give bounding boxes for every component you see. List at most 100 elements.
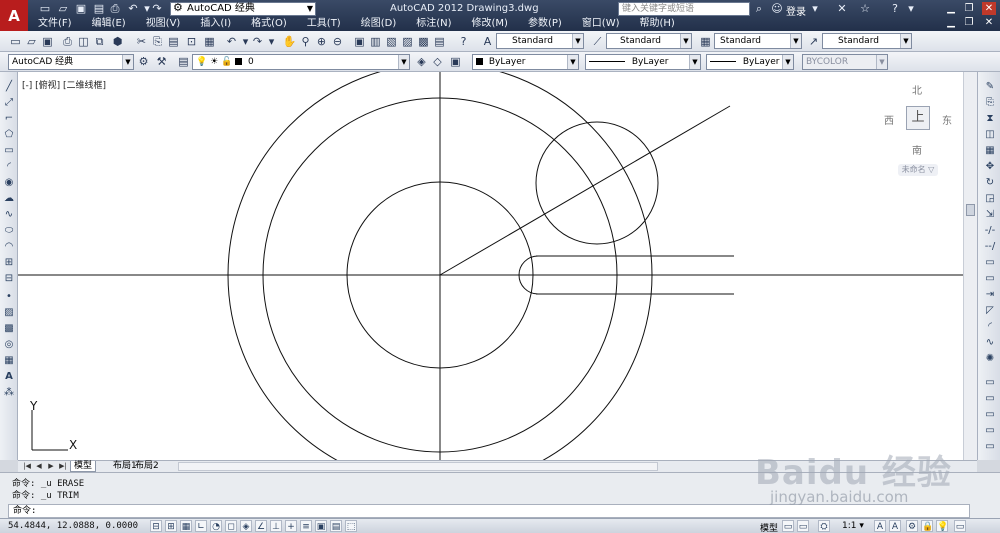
dropdown-arrow-icon[interactable]: ▾ — [264, 34, 279, 49]
new-icon[interactable]: ▭ — [38, 3, 52, 15]
menu-view[interactable]: 视图(V) — [136, 17, 191, 31]
copy-icon[interactable]: ⎘ — [150, 34, 165, 49]
workspace-settings-icon[interactable]: ⚙ — [136, 54, 151, 69]
tab-layout2[interactable]: 布局2 — [132, 461, 162, 472]
3d-print-icon[interactable]: ⬢ — [110, 34, 125, 49]
customize-icon[interactable]: ⚒ — [154, 54, 169, 69]
scrollbar-thumb[interactable] — [966, 204, 975, 216]
minimize-icon[interactable]: ▁ — [944, 2, 958, 15]
tool-palettes-icon[interactable]: ▧ — [384, 34, 399, 49]
dropdown-arrow-icon[interactable]: ▾ — [904, 2, 918, 16]
workspace-switch-icon[interactable]: ⚙ — [906, 520, 918, 532]
layer-states-icon[interactable]: ▣ — [448, 54, 463, 69]
offset-icon[interactable]: ◫ — [983, 128, 997, 142]
maximize-icon[interactable]: ❐ — [962, 2, 976, 15]
infer-constraints-icon[interactable]: ⊟ — [150, 520, 162, 532]
next-tab-icon[interactable]: ▶ — [46, 462, 56, 471]
ellipse-arc-icon[interactable]: ◠ — [2, 240, 16, 254]
menu-file[interactable]: 文件(F) — [28, 17, 82, 31]
user-icon[interactable]: ☺ — [770, 2, 784, 16]
insert-block-icon[interactable]: ⊞ — [2, 256, 16, 270]
fillet-icon[interactable]: ◜ — [983, 320, 997, 334]
print-icon[interactable]: ⎙ — [60, 34, 75, 49]
panel-grip-icon-4[interactable]: ▭ — [983, 424, 997, 438]
compass-north[interactable]: 北 — [912, 82, 922, 97]
redo-icon[interactable]: ↷ — [250, 34, 265, 49]
line-icon[interactable]: ╱ — [2, 80, 16, 94]
zoom-previous-icon[interactable]: ⊖ — [330, 34, 345, 49]
match-properties-icon[interactable]: ⊡ — [184, 34, 199, 49]
help-icon[interactable]: ? — [456, 34, 471, 49]
drawing-area[interactable]: Y X [-] [俯视] [二维线框] 北 西 东 南 上 未命名 ▽ — [18, 72, 977, 460]
circle-icon[interactable]: ◉ — [2, 176, 16, 190]
panel-grip-icon[interactable]: ▭ — [983, 376, 997, 390]
cut-icon[interactable]: ✂ — [134, 34, 149, 49]
auto-scale-icon[interactable]: A — [889, 520, 901, 532]
multiline-text-icon[interactable]: A — [2, 370, 16, 384]
array-icon[interactable]: ▦ — [983, 144, 997, 158]
search-icon[interactable]: ⌕ — [752, 2, 766, 16]
grid-display-icon[interactable]: ▦ — [180, 520, 192, 532]
dynamic-ucs-icon[interactable]: ⊥ — [270, 520, 282, 532]
hatch-icon[interactable]: ▨ — [2, 306, 16, 320]
move-icon[interactable]: ✥ — [983, 160, 997, 174]
search-input[interactable]: 键入关键字或短语 — [618, 2, 750, 16]
polyline-icon[interactable]: ⌐ — [2, 112, 16, 126]
break-at-point-icon[interactable]: ▭ — [983, 256, 997, 270]
linetype-dropdown[interactable]: ByLayer ▼ — [585, 54, 701, 70]
first-tab-icon[interactable]: |◀ — [22, 462, 32, 471]
lineweight-display-icon[interactable]: ≡ — [300, 520, 312, 532]
region-icon[interactable]: ◎ — [2, 338, 16, 352]
open-icon[interactable]: ▱ — [56, 3, 70, 15]
sheet-set-icon[interactable]: ▨ — [400, 34, 415, 49]
command-input[interactable]: 命令: — [8, 504, 970, 518]
coordinate-readout[interactable]: 54.4844, 12.0888, 0.0000 — [8, 521, 138, 531]
polar-tracking-icon[interactable]: ◔ — [210, 520, 222, 532]
dim-style-dropdown[interactable]: Standard ▼ — [606, 33, 692, 49]
ortho-mode-icon[interactable]: ∟ — [195, 520, 207, 532]
annotation-scale-dropdown[interactable]: 1:1 ▾ — [842, 521, 864, 531]
annotation-scale-icon[interactable]: ⛭ — [818, 520, 830, 532]
undo-icon[interactable]: ↶ — [224, 34, 239, 49]
menu-draw[interactable]: 绘图(D) — [351, 17, 407, 31]
selection-cycling-icon[interactable]: ⬚ — [345, 520, 357, 532]
paste-icon[interactable]: ▤ — [166, 34, 181, 49]
dropdown-arrow-icon[interactable]: ▾ — [808, 2, 822, 16]
menu-edit[interactable]: 编辑(E) — [82, 17, 136, 31]
save-icon[interactable]: ▣ — [74, 3, 88, 15]
prev-tab-icon[interactable]: ◀ — [34, 462, 44, 471]
close-icon[interactable]: ✕ — [982, 2, 996, 15]
rotate-icon[interactable]: ↻ — [983, 176, 997, 190]
properties-icon[interactable]: ▣ — [352, 34, 367, 49]
workspace-dropdown[interactable]: AutoCAD 经典 ▼ — [8, 54, 134, 70]
autocad-logo-icon[interactable]: A — [0, 0, 28, 31]
layer-manager-icon[interactable]: ▤ — [176, 54, 191, 69]
add-selected-icon[interactable]: ⁂ — [2, 386, 16, 400]
menu-help[interactable]: 帮助(H) — [630, 17, 685, 31]
compass-west[interactable]: 西 — [884, 112, 894, 127]
transparency-icon[interactable]: ▣ — [315, 520, 327, 532]
copy-object-icon[interactable]: ⎘ — [983, 96, 997, 110]
panel-grip-icon-3[interactable]: ▭ — [983, 408, 997, 422]
login-link[interactable]: 登录 — [786, 3, 806, 18]
viewport-controls-label[interactable]: [-] [俯视] [二维线框] — [22, 78, 106, 91]
object-snap-icon[interactable]: ◻ — [225, 520, 237, 532]
layer-previous-icon[interactable]: ◇ — [430, 54, 445, 69]
zoom-realtime-icon[interactable]: ⚲ — [298, 34, 313, 49]
doc-minimize-icon[interactable]: ▁ — [944, 16, 958, 29]
quick-properties-icon[interactable]: ▤ — [330, 520, 342, 532]
horizontal-scrollbar[interactable] — [178, 462, 658, 471]
design-center-icon[interactable]: ▥ — [368, 34, 383, 49]
dynamic-input-icon[interactable]: + — [285, 520, 297, 532]
arc-icon[interactable]: ◜ — [2, 160, 16, 174]
menu-insert[interactable]: 插入(I) — [190, 17, 241, 31]
help-icon[interactable]: ? — [888, 2, 902, 16]
panel-grip-icon-2[interactable]: ▭ — [983, 392, 997, 406]
print-icon[interactable]: ⎙ — [108, 3, 122, 15]
open-icon[interactable]: ▱ — [24, 34, 39, 49]
block-editor-icon[interactable]: ▦ — [202, 34, 217, 49]
spline-icon[interactable]: ∿ — [2, 208, 16, 222]
menu-format[interactable]: 格式(O) — [241, 17, 297, 31]
pan-icon[interactable]: ✋ — [282, 34, 297, 49]
3d-osnap-icon[interactable]: ◈ — [240, 520, 252, 532]
